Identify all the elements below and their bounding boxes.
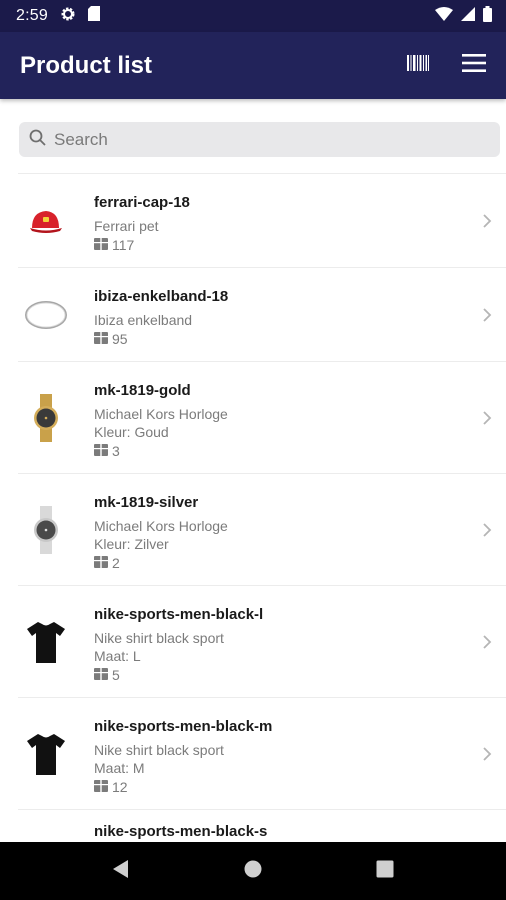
page-title: Product list	[20, 51, 153, 79]
barcode-icon	[407, 55, 429, 76]
stock-value: 2	[112, 554, 120, 571]
chevron-right-icon	[482, 213, 492, 229]
product-name: Ferrari pet	[94, 218, 159, 234]
barcode-button[interactable]	[404, 52, 432, 80]
wifi-icon	[435, 6, 453, 26]
app-bar: Product list	[0, 32, 506, 99]
product-sku: nike-sports-men-black-l	[94, 605, 264, 623]
product-image-anklet	[18, 287, 74, 343]
battery-icon	[483, 5, 492, 27]
product-variant: Maat: M	[94, 760, 145, 777]
back-triangle-icon	[112, 859, 130, 884]
stock-count: 2	[94, 554, 506, 573]
recents-square-icon	[376, 860, 394, 883]
stock-value: 3	[112, 442, 120, 459]
stock-count: 12	[94, 778, 506, 797]
signal-icon	[461, 6, 475, 26]
box-icon	[94, 330, 108, 349]
product-variant: Kleur: Zilver	[94, 536, 169, 553]
product-name: Nike shirt black sport	[94, 629, 224, 646]
product-image	[18, 810, 74, 841]
product-image-gold-watch	[18, 390, 74, 446]
search-bar	[19, 122, 500, 157]
chevron-right-icon	[482, 410, 492, 426]
product-name: Michael Kors Horloge	[94, 405, 228, 422]
list-item[interactable]: ferrari-cap-18 Ferrari pet 117	[18, 173, 506, 267]
home-circle-icon	[243, 859, 263, 884]
stock-value: 95	[112, 330, 128, 347]
menu-button[interactable]	[460, 52, 488, 80]
product-name: Nike shirt black sport	[94, 741, 224, 758]
stock-count: 117	[94, 236, 506, 255]
box-icon	[94, 778, 108, 797]
product-sku: nike-sports-men-black-m	[94, 717, 273, 735]
list-item[interactable]: mk-1819-gold Michael Kors Horloge Kleur:…	[18, 361, 506, 473]
product-variant: Kleur: Goud	[94, 424, 169, 441]
box-icon	[94, 554, 108, 573]
stock-count: 95	[94, 330, 506, 349]
stock-count: 3	[94, 442, 506, 461]
chevron-right-icon	[482, 522, 492, 538]
box-icon	[94, 442, 108, 461]
product-image-black-tshirt	[18, 726, 74, 782]
chevron-right-icon	[482, 634, 492, 650]
status-time: 2:59	[16, 7, 48, 24]
list-item[interactable]: nike-sports-men-black-m Nike shirt black…	[18, 697, 506, 809]
product-image-red-cap	[18, 193, 74, 249]
product-image-silver-watch	[18, 502, 74, 558]
product-name: Ibiza enkelband	[94, 312, 193, 328]
search-box[interactable]	[19, 122, 500, 157]
box-icon	[94, 236, 108, 255]
sd-card-icon	[87, 6, 100, 26]
gear-icon	[60, 6, 76, 27]
stock-value: 5	[112, 666, 120, 683]
menu-icon	[462, 54, 486, 77]
system-nav-bar	[0, 842, 506, 900]
list-item[interactable]: nike-sports-men-black-l Nike shirt black…	[18, 585, 506, 697]
stock-value: 117	[112, 236, 135, 253]
product-sku: ferrari-cap-18	[94, 194, 190, 211]
stock-count: 5	[94, 666, 506, 685]
product-sku: nike-sports-men-black-s	[94, 823, 268, 840]
recents-button[interactable]	[373, 859, 397, 883]
product-name: Michael Kors Horloge	[94, 517, 228, 534]
search-input[interactable]	[54, 129, 474, 150]
box-icon	[94, 666, 108, 685]
product-variant: Maat: L	[94, 648, 141, 665]
list-item[interactable]: ibiza-enkelband-18 Ibiza enkelband 95	[18, 267, 506, 361]
chevron-right-icon	[482, 307, 492, 323]
stock-value: 12	[112, 778, 128, 795]
list-item[interactable]: nike-sports-men-black-s	[18, 809, 506, 841]
product-sku: mk-1819-silver	[94, 493, 199, 511]
home-button[interactable]	[241, 859, 265, 883]
list-item[interactable]: mk-1819-silver Michael Kors Horloge Kleu…	[18, 473, 506, 585]
product-sku: ibiza-enkelband-18	[94, 288, 229, 305]
search-icon	[29, 129, 46, 151]
back-button[interactable]	[109, 859, 133, 883]
product-list: ferrari-cap-18 Ferrari pet 117 ibiza-enk…	[18, 173, 506, 841]
product-image-black-tshirt	[18, 614, 74, 670]
product-sku: mk-1819-gold	[94, 381, 191, 399]
chevron-right-icon	[482, 746, 492, 762]
status-bar: 2:59	[0, 0, 506, 32]
